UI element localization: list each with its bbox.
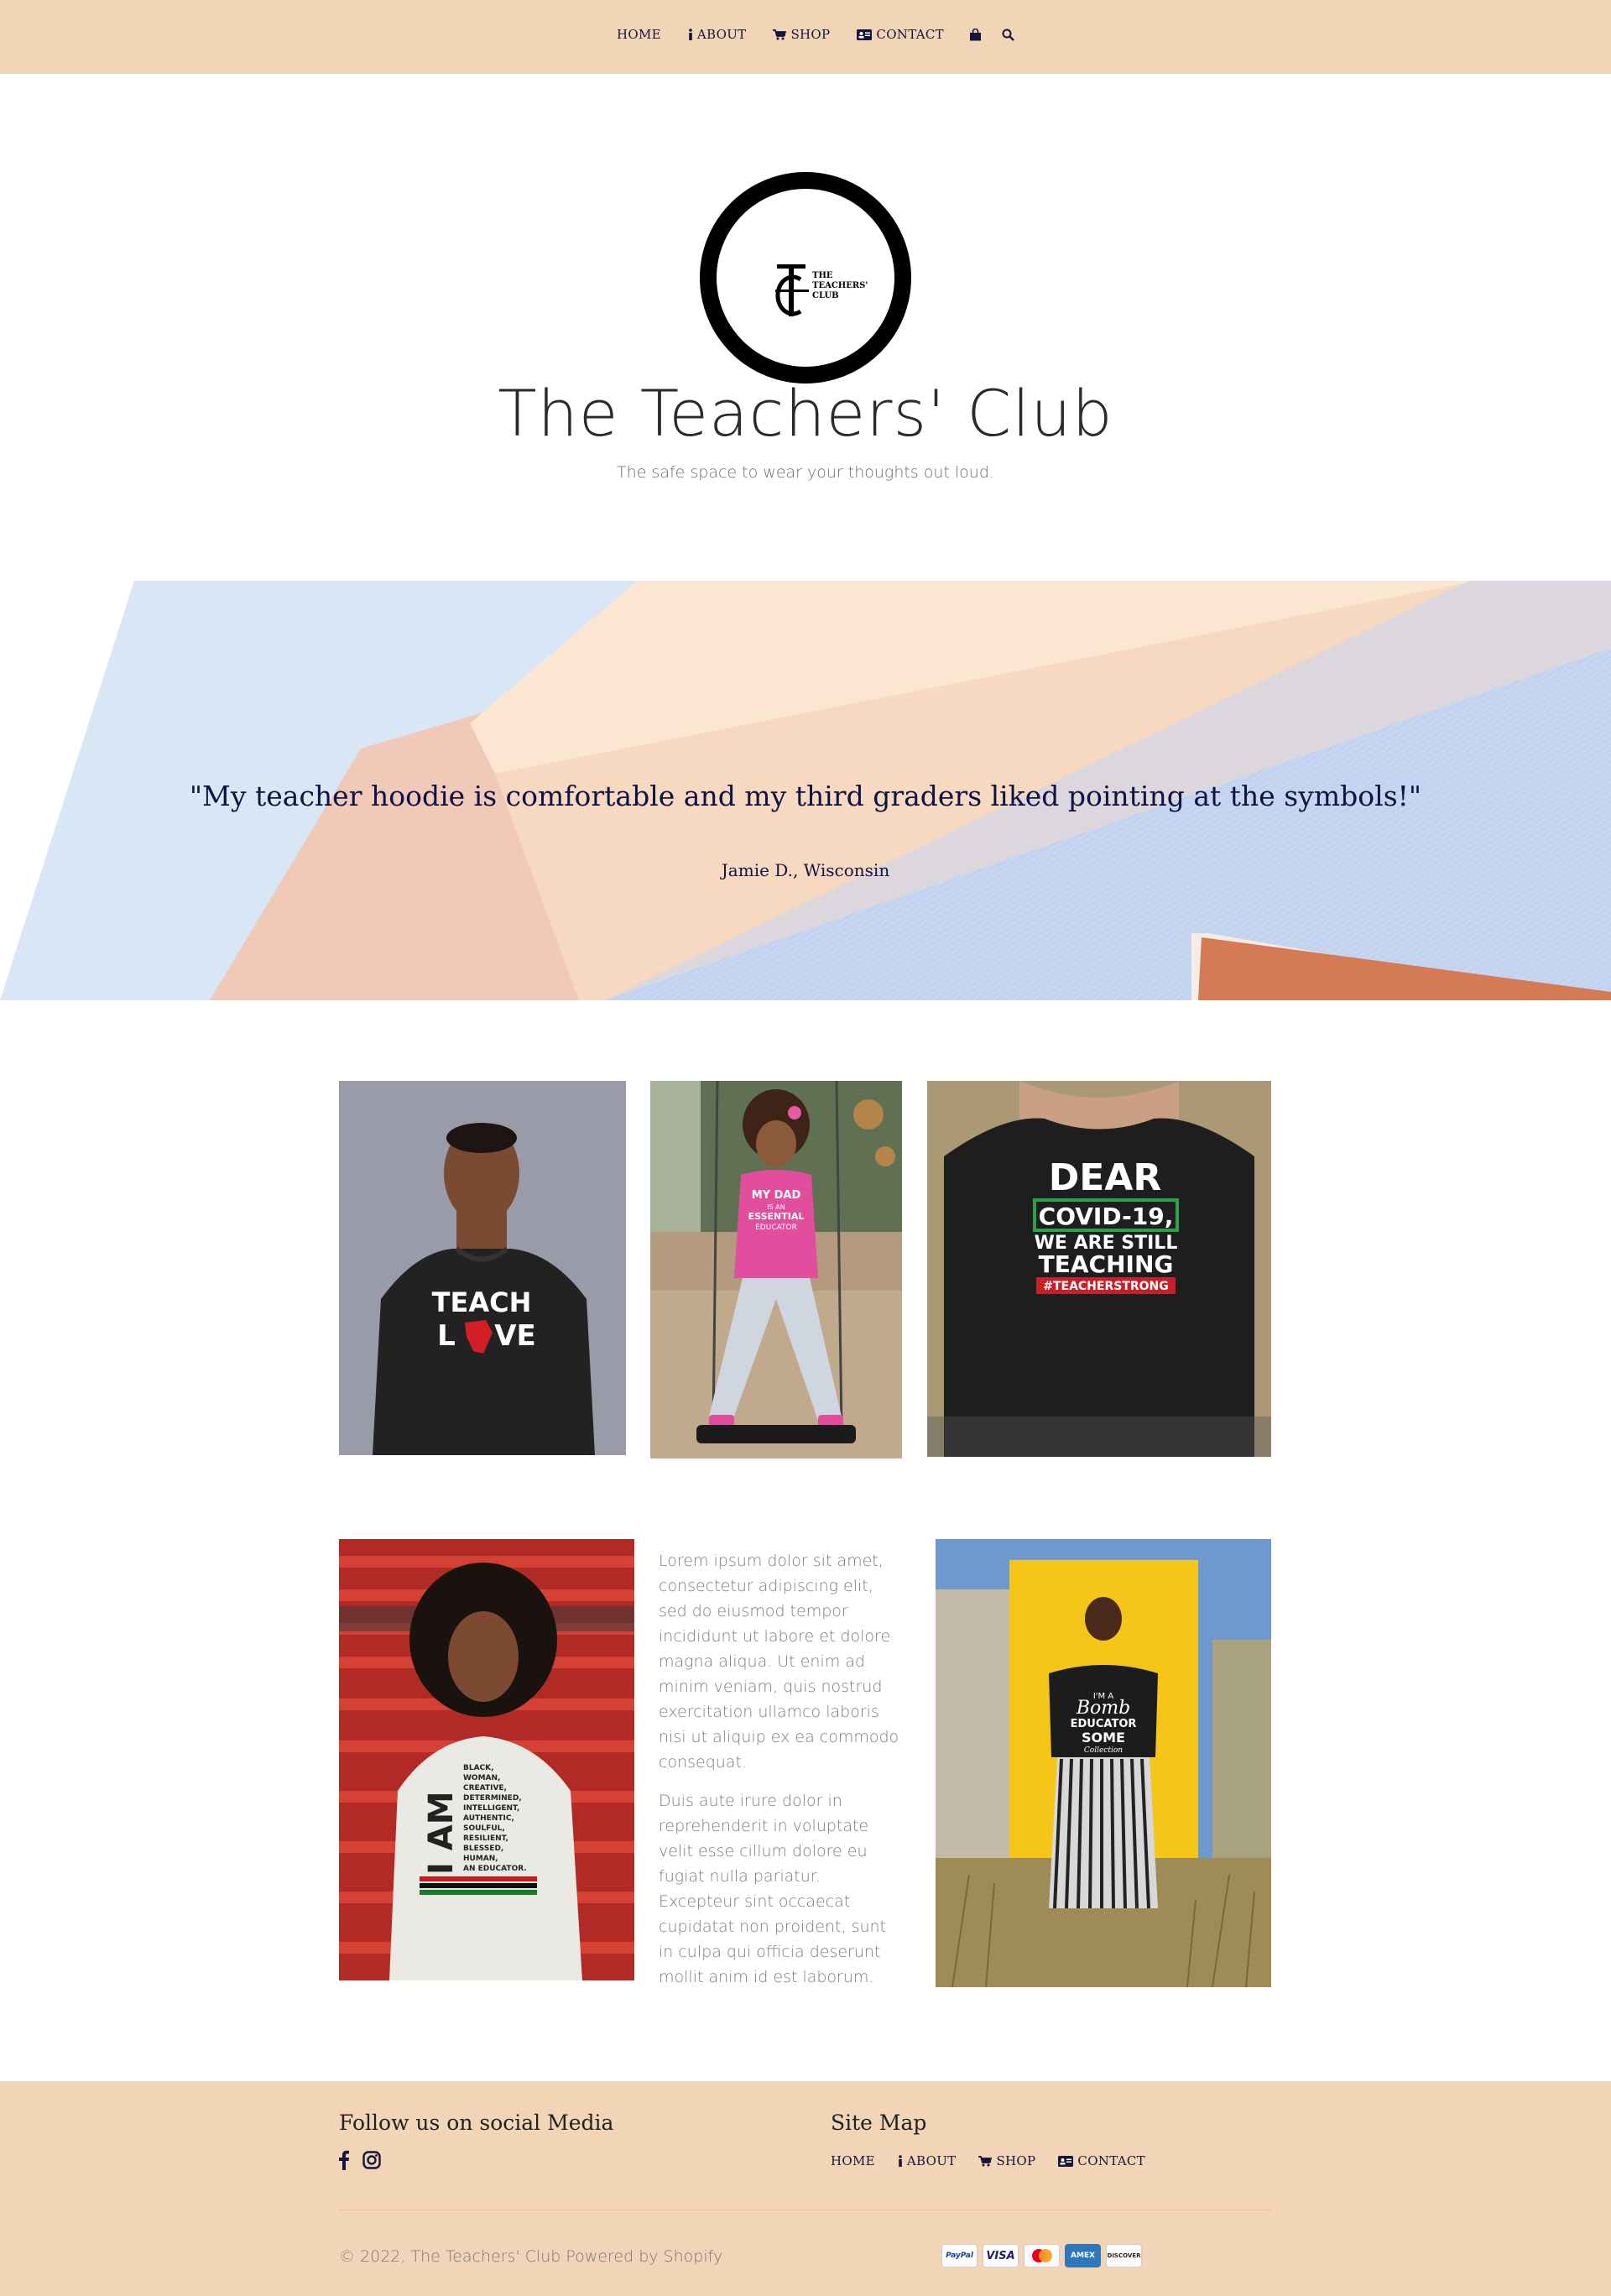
nav-shop-link[interactable]: SHOP	[773, 27, 830, 42]
shirt-text: Collection	[1084, 1746, 1123, 1755]
instagram-icon[interactable]	[362, 2151, 381, 2173]
facebook-icon[interactable]	[339, 2150, 349, 2173]
payment-label: PayPal	[946, 2252, 973, 2260]
cart-icon	[978, 2155, 993, 2167]
nav-shop-label: SHOP	[790, 27, 831, 42]
sitemap-shop-label: SHOP	[996, 2153, 1036, 2168]
sitemap-about-label: ABOUT	[906, 2153, 957, 2168]
photo-dear-covid-tshirt[interactable]: DEAR COVID-19, WE ARE STILL TEACHING #TE…	[927, 1081, 1271, 1457]
nav-home-label: HOME	[617, 27, 661, 42]
sitemap-contact-link[interactable]: CONTACT	[1058, 2153, 1145, 2168]
shirt-text: IS AN	[767, 1203, 785, 1211]
site-footer	[0, 2081, 1611, 2296]
contact-card-icon	[857, 29, 873, 40]
photo-teach-love-tshirt[interactable]: TEACH L VE	[339, 1081, 626, 1455]
shirt-text: TEACHING	[1039, 1250, 1174, 1278]
sitemap-home-label: HOME	[831, 2153, 875, 2168]
shirt-text: AN EDUCATOR.	[463, 1865, 527, 1873]
sitemap-menu: HOME ABOUT SHOP CONTACT	[831, 2153, 1145, 2168]
testimonial-quote: "My teacher hoodie is comfortable and my…	[189, 780, 1422, 812]
sitemap-shop-link[interactable]: SHOP	[978, 2153, 1035, 2168]
shirt-text: COVID-19,	[1039, 1203, 1174, 1230]
social-links	[339, 2150, 381, 2173]
shirt-text: L	[437, 1319, 456, 1353]
cart-icon	[773, 29, 787, 40]
nav-home-link[interactable]: HOME	[617, 27, 661, 42]
copyright-text: © 2022, The Teachers' Club Powered by Sh…	[339, 2247, 723, 2266]
logo-text-line: THE	[812, 271, 833, 280]
info-icon	[688, 29, 693, 40]
shirt-text: DEAR	[1049, 1156, 1162, 1199]
payment-label: DISCOVER	[1107, 2252, 1141, 2259]
sitemap-home-link[interactable]: HOME	[831, 2153, 875, 2168]
shirt-text: RESILIENT,	[463, 1834, 508, 1843]
nav-contact-label: CONTACT	[876, 27, 944, 42]
shirt-text: INTELLIGENT,	[463, 1804, 519, 1813]
shirt-text: MY DAD	[752, 1189, 801, 1202]
payment-label: AMEX	[1070, 2252, 1095, 2260]
shirt-text: #TEACHERSTRONG	[1043, 1280, 1169, 1293]
logo-text-line: CLUB	[812, 291, 839, 300]
photo-my-dad-girl-swing[interactable]: MY DAD IS AN ESSENTIAL EDUCATOR	[650, 1081, 902, 1458]
shirt-text: EDUCATOR	[1071, 1718, 1137, 1730]
shirt-text: SOME	[1082, 1730, 1125, 1745]
info-icon	[898, 2155, 903, 2167]
nav-about-link[interactable]: ABOUT	[688, 27, 747, 42]
site-tagline: The safe space to wear your thoughts out…	[617, 463, 994, 482]
shirt-text: WOMAN,	[463, 1774, 500, 1782]
paragraph: Duis aute irure dolor in reprehenderit i…	[659, 1792, 886, 1986]
shirt-text: SOULFUL,	[463, 1824, 505, 1833]
amex-payment-icon: AMEX	[1065, 2244, 1101, 2267]
sitemap-heading: Site Map	[831, 2111, 927, 2135]
shirt-text: Bomb	[1076, 1698, 1130, 1719]
social-heading: Follow us on social Media	[339, 2111, 614, 2135]
search-icon[interactable]	[1002, 29, 1014, 41]
shirt-text: BLACK,	[463, 1764, 494, 1772]
shirt-text: I AM	[422, 1791, 461, 1875]
sitemap-about-link[interactable]: ABOUT	[898, 2153, 957, 2168]
top-navigation: HOME ABOUT SHOP CONTACT	[0, 0, 1611, 74]
shirt-text: ESSENTIAL	[748, 1211, 805, 1222]
shirt-text: VE	[494, 1319, 536, 1353]
paragraph: Lorem ipsum dolor sit amet, consectetur …	[659, 1552, 899, 1772]
discover-payment-icon: DISCOVER	[1106, 2244, 1142, 2267]
shirt-text: DETERMINED,	[463, 1794, 522, 1803]
main-menu: HOME ABOUT SHOP CONTACT	[617, 27, 1014, 42]
visa-payment-icon: VISA	[983, 2244, 1019, 2267]
contact-card-icon	[1058, 2155, 1074, 2167]
shirt-text: TEACH	[432, 1286, 532, 1318]
photo-bomb-educator-tshirt[interactable]: I'M A Bomb EDUCATOR SOME Collection	[936, 1539, 1271, 1987]
nav-contact-link[interactable]: CONTACT	[857, 27, 944, 42]
shopping-bag-icon[interactable]	[969, 28, 982, 41]
logo-wordmark: THE TEACHERS' CLUB	[812, 271, 868, 301]
site-title: The Teachers' Club	[498, 376, 1113, 451]
payment-label: VISA	[986, 2249, 1015, 2262]
shirt-text: CREATIVE,	[463, 1784, 507, 1792]
nav-about-label: ABOUT	[696, 27, 747, 42]
logo-text-line: TEACHERS'	[812, 281, 868, 290]
shirt-text: BLESSED,	[463, 1845, 503, 1853]
photo-i-am-sweatshirt[interactable]: I AM BLACK, WOMAN, CREATIVE, DETERMINED,…	[339, 1539, 634, 1980]
paypal-payment-icon: PayPal	[941, 2244, 978, 2267]
gallery-body-text: Lorem ipsum dolor sit amet, consectetur …	[659, 1548, 902, 1990]
mastercard-payment-icon	[1024, 2244, 1060, 2267]
shirt-text: AUTHENTIC,	[463, 1814, 514, 1823]
shirt-text: HUMAN,	[463, 1855, 498, 1863]
site-logo[interactable]: THE TEACHERS' CLUB	[700, 172, 911, 384]
testimonial-author: Jamie D., Wisconsin	[721, 860, 890, 880]
sitemap-contact-label: CONTACT	[1077, 2153, 1145, 2168]
shirt-text: EDUCATOR	[755, 1224, 797, 1232]
